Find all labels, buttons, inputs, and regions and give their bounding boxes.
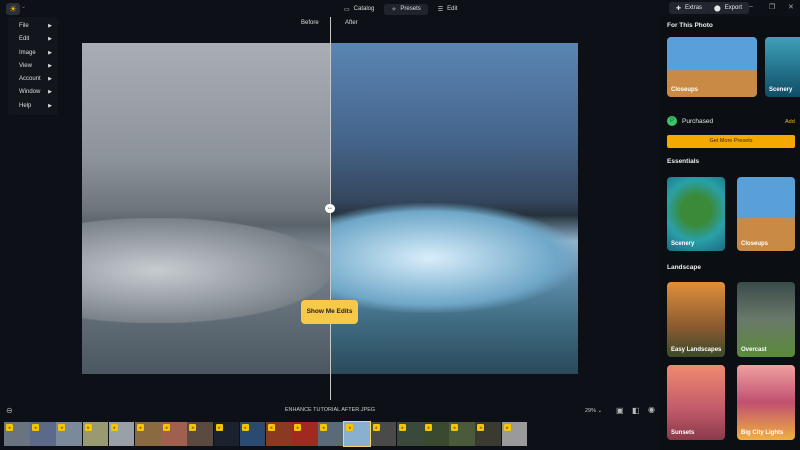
preset-badge-icon: ★ bbox=[84, 424, 92, 431]
preset-badge-icon: ★ bbox=[32, 424, 40, 431]
preset-card-scenery[interactable]: Scenery bbox=[667, 177, 725, 251]
before-label: Before bbox=[301, 20, 319, 26]
plus-icon: ✚ bbox=[676, 5, 682, 12]
compare-view-icon[interactable]: ◧ bbox=[632, 406, 640, 415]
filmstrip-thumbnail[interactable]: ★ bbox=[213, 422, 240, 446]
menu-item-window[interactable]: Window ▶ bbox=[8, 86, 58, 99]
filmstrip-thumbnail[interactable]: ★ bbox=[82, 422, 109, 446]
chevron-down-icon[interactable]: ⌄ bbox=[21, 3, 26, 10]
filmstrip-thumbnail[interactable]: ★ bbox=[161, 422, 187, 446]
preset-badge-icon: ★ bbox=[58, 424, 66, 431]
filmstrip-thumbnail[interactable]: ★ bbox=[4, 422, 30, 446]
purchased-label: Purchased bbox=[682, 118, 714, 125]
preset-badge-icon: ★ bbox=[267, 424, 275, 431]
preset-badge-icon: ★ bbox=[241, 424, 249, 431]
menu-item-file[interactable]: File ▶ bbox=[8, 20, 58, 33]
filmstrip-thumbnail[interactable]: ★ bbox=[475, 422, 502, 446]
zoom-select[interactable]: 29% ⌄ bbox=[585, 408, 602, 414]
arrow-right-icon: ▶ bbox=[48, 36, 52, 43]
preset-card-closeups[interactable]: Closeups bbox=[667, 37, 757, 97]
close-icon[interactable]: ✕ bbox=[788, 3, 794, 11]
restore-icon[interactable]: ❐ bbox=[769, 3, 775, 11]
preset-badge-icon: ★ bbox=[346, 424, 354, 431]
sparkle-icon: ✧ bbox=[391, 6, 397, 13]
display-icon[interactable]: ▣ bbox=[616, 406, 624, 415]
app-logo-icon[interactable]: ☀ bbox=[6, 3, 20, 15]
filmstrip-thumbnail[interactable]: ★ bbox=[370, 422, 397, 446]
eye-icon[interactable]: ◉ bbox=[648, 405, 655, 414]
preset-badge-icon: ★ bbox=[503, 424, 511, 431]
arrow-right-icon: ▶ bbox=[48, 49, 52, 56]
menu-item-image[interactable]: Image ▶ bbox=[8, 47, 58, 60]
preset-badge-icon: ★ bbox=[372, 424, 380, 431]
menu-item-account[interactable]: Account ▶ bbox=[8, 73, 58, 86]
menu-item-view[interactable]: View ▶ bbox=[8, 60, 58, 73]
filmstrip: ★ ★ ★ ★ ★ ★ ★ ★ ★ ★ ★ ★ ★ ★ ★ ★ ★ ★ ★ ★ bbox=[4, 421, 528, 447]
filmstrip-thumbnail[interactable]: ★ bbox=[449, 422, 475, 446]
export-button[interactable]: ⬤ Export bbox=[707, 2, 750, 14]
preset-badge-icon: ★ bbox=[110, 424, 118, 431]
preset-badge-icon: ★ bbox=[320, 424, 328, 431]
arrow-right-icon: ▶ bbox=[48, 62, 52, 69]
preset-badge-icon: ★ bbox=[215, 424, 223, 431]
preset-card-big-city-lights[interactable]: Big City Lights bbox=[737, 365, 795, 440]
folder-icon: ▭ bbox=[344, 6, 350, 13]
preset-badge-icon: ★ bbox=[189, 424, 197, 431]
filmstrip-thumbnail[interactable]: ★ bbox=[30, 422, 56, 446]
filmstrip-thumbnail[interactable]: ★ bbox=[343, 421, 372, 447]
preset-card-sunsets[interactable]: Sunsets bbox=[667, 365, 725, 440]
filmstrip-thumbnail[interactable]: ★ bbox=[239, 422, 266, 446]
main-menu: File ▶ Edit ▶ Image ▶ View ▶ Account ▶ Window… bbox=[8, 17, 58, 115]
before-image bbox=[82, 43, 330, 374]
arrow-right-icon: ▶ bbox=[48, 89, 52, 96]
preset-card-easy-landscapes[interactable]: Easy Landscapes bbox=[667, 282, 725, 357]
before-ice bbox=[82, 218, 330, 323]
after-ice bbox=[330, 203, 578, 313]
for-this-photo-heading: For This Photo bbox=[667, 22, 713, 29]
arrow-right-icon: ▶ bbox=[48, 23, 52, 29]
extras-button[interactable]: ✚ Extras bbox=[669, 2, 710, 14]
file-name: ENHANCE TUTORIAL AFTER.JPEG bbox=[284, 407, 376, 413]
filmstrip-thumbnail[interactable]: ★ bbox=[56, 422, 83, 446]
filmstrip-thumbnail[interactable]: ★ bbox=[423, 422, 449, 446]
filmstrip-thumbnail[interactable]: ★ bbox=[501, 422, 528, 446]
filmstrip-thumbnail[interactable]: ★ bbox=[134, 422, 161, 446]
tab-presets[interactable]: ✧ Presets bbox=[384, 3, 428, 15]
preset-card-closeups[interactable]: Closeups bbox=[737, 177, 795, 251]
filmstrip-thumbnail[interactable]: ★ bbox=[396, 422, 423, 446]
arrow-right-icon: ▶ bbox=[48, 102, 52, 109]
top-nav: ▭ Catalog ✧ Presets ☰ Edit bbox=[337, 3, 464, 15]
sliders-icon: ☰ bbox=[437, 6, 444, 13]
preset-badge-icon: ★ bbox=[451, 424, 459, 431]
preset-card-overcast[interactable]: Overcast bbox=[737, 282, 795, 357]
essentials-heading: Essentials bbox=[667, 158, 700, 165]
preset-badge-icon: ★ bbox=[136, 424, 144, 431]
preset-badge-icon: ★ bbox=[6, 424, 13, 431]
menu-item-help[interactable]: Help ▶ bbox=[8, 100, 58, 113]
arrow-right-icon: ▶ bbox=[48, 76, 52, 83]
after-label: After bbox=[345, 20, 358, 26]
add-link[interactable]: Add bbox=[785, 119, 795, 125]
get-more-presets-button[interactable]: Get More Presets bbox=[667, 135, 795, 148]
menu-item-edit[interactable]: Edit ▶ bbox=[8, 33, 58, 46]
tab-catalog[interactable]: ▭ Catalog bbox=[337, 4, 381, 15]
filmstrip-thumbnail[interactable]: ★ bbox=[318, 422, 344, 446]
compare-handle-icon[interactable]: ↔ bbox=[325, 204, 335, 213]
export-icon: ⬤ bbox=[714, 5, 721, 12]
filmstrip-thumbnail[interactable]: ★ bbox=[187, 422, 213, 446]
filmstrip-thumbnail[interactable]: ★ bbox=[292, 422, 318, 446]
preset-badge-icon: ★ bbox=[477, 424, 485, 431]
preset-badge-icon: ★ bbox=[294, 424, 302, 431]
preset-badge-icon: ★ bbox=[425, 424, 432, 431]
preset-badge-icon: ★ bbox=[163, 424, 171, 431]
tab-edit[interactable]: ☰ Edit bbox=[431, 4, 465, 15]
landscape-heading: Landscape bbox=[667, 264, 701, 271]
minimize-icon[interactable]: – bbox=[749, 3, 753, 10]
filmstrip-thumbnail[interactable]: ★ bbox=[265, 422, 292, 446]
show-me-edits-button[interactable]: Show Me Edits bbox=[301, 300, 358, 324]
purchased-icon: P bbox=[667, 116, 677, 126]
preset-card-scenery[interactable]: Scenery bbox=[765, 37, 800, 97]
preset-badge-icon: ★ bbox=[398, 424, 406, 431]
filmstrip-thumbnail[interactable]: ★ bbox=[108, 422, 135, 446]
